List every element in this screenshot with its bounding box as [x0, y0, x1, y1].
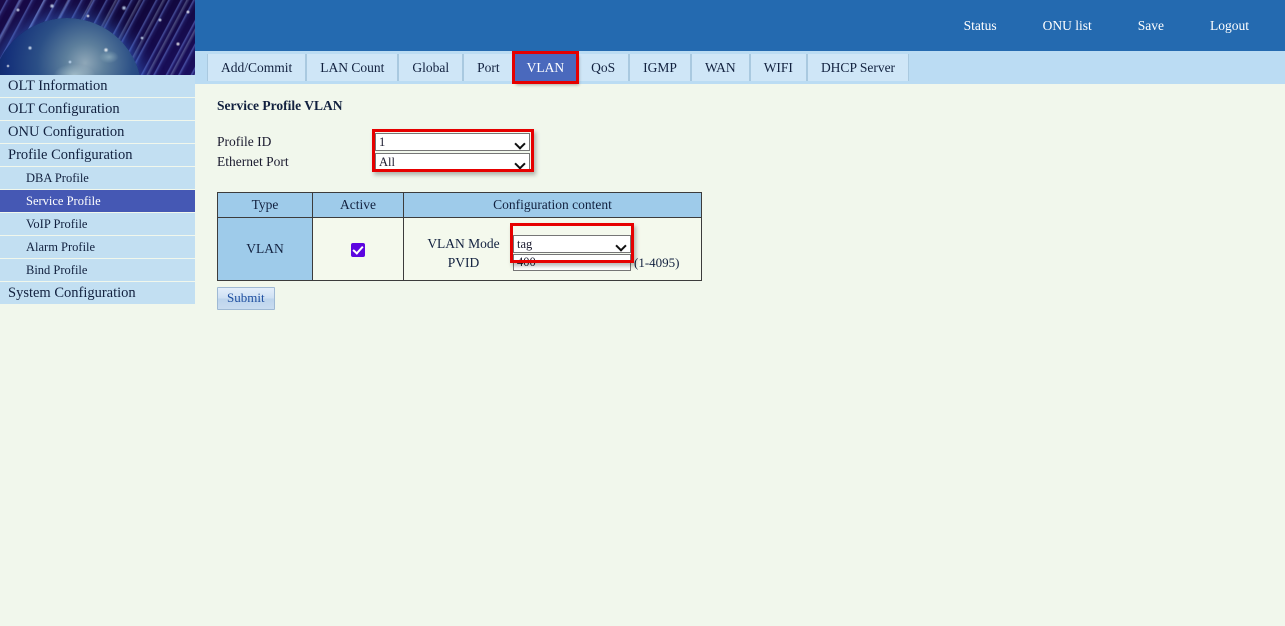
sidebar-item-alarm-profile[interactable]: Alarm Profile — [0, 236, 195, 259]
sidebar-item-system-configuration[interactable]: System Configuration — [0, 282, 195, 305]
config-grid: VLAN Mode taguntagtransparent PVID (1-40… — [404, 226, 701, 272]
tab-wifi[interactable]: WIFI — [749, 54, 807, 81]
pvid-row: PVID (1-4095) — [414, 253, 701, 272]
content-area: Service Profile VLAN Profile ID 1 Ethern… — [195, 84, 1285, 310]
tab-igmp[interactable]: IGMP — [629, 54, 691, 81]
tab-global[interactable]: Global — [398, 54, 464, 81]
ethernet-port-label: Ethernet Port — [217, 154, 289, 169]
onu-list-link[interactable]: ONU list — [1043, 18, 1092, 34]
app-shell: OLT Information OLT Configuration ONU Conf… — [0, 0, 1285, 626]
vlan-mode-row: VLAN Mode taguntagtransparent — [414, 234, 701, 253]
submit-button[interactable]: Submit — [217, 287, 275, 310]
page-title: Service Profile VLAN — [217, 98, 343, 113]
status-link[interactable]: Status — [964, 18, 997, 34]
sidebar-item-olt-configuration[interactable]: OLT Configuration — [0, 98, 195, 121]
ethernet-port-row: Ethernet Port All — [217, 152, 547, 172]
vlan-config-table: Type Active Configuration content VLAN V… — [217, 192, 702, 281]
profile-id-label: Profile ID — [217, 134, 272, 149]
cell-configuration-content: VLAN Mode taguntagtransparent PVID (1-40… — [403, 217, 702, 281]
vlan-mode-select-wrap: taguntagtransparent — [513, 234, 631, 253]
profile-id-select[interactable]: 1 — [375, 133, 530, 151]
ethernet-port-select[interactable]: All — [375, 153, 530, 171]
profile-form: Profile ID 1 Ethernet Port All — [217, 129, 547, 172]
sidebar-item-olt-information[interactable]: OLT Information — [0, 75, 195, 98]
cell-active — [312, 217, 404, 281]
save-link[interactable]: Save — [1138, 18, 1164, 34]
light-dots-decoration — [0, 0, 195, 75]
sidebar-item-dba-profile[interactable]: DBA Profile — [0, 167, 195, 190]
table-header-row: Type Active Configuration content — [217, 192, 702, 218]
pvid-label: PVID — [447, 254, 480, 270]
sidebar-item-bind-profile[interactable]: Bind Profile — [0, 259, 195, 282]
tab-add-commit[interactable]: Add/Commit — [207, 54, 307, 81]
tab-wan[interactable]: WAN — [690, 54, 750, 81]
vlan-mode-label: VLAN Mode — [427, 235, 500, 251]
profile-id-row: Profile ID 1 — [217, 132, 547, 152]
table-row: VLAN VLAN Mode taguntagtransparent — [217, 217, 702, 281]
active-checkbox[interactable] — [351, 242, 365, 257]
tab-vlan[interactable]: VLAN — [511, 51, 580, 84]
th-active: Active — [312, 192, 404, 218]
tab-bar: Add/Commit LAN Count Global Port VLAN QoS IGMP… — [195, 51, 1285, 84]
tab-dhcp-server[interactable]: DHCP Server — [806, 54, 910, 81]
logout-link[interactable]: Logout — [1210, 18, 1249, 34]
tab-lan-count[interactable]: LAN Count — [306, 54, 399, 81]
ethernet-port-select-wrap: All — [375, 153, 530, 171]
pvid-range-hint: (1-4095) — [634, 254, 680, 270]
cell-type-vlan: VLAN — [217, 217, 313, 281]
profile-id-select-wrap: 1 — [375, 133, 530, 151]
sidebar: OLT Information OLT Configuration ONU Conf… — [0, 0, 195, 626]
main-column: Status ONU list Save Logout Add/Commit LAN C… — [195, 0, 1285, 626]
sidebar-nav: OLT Information OLT Configuration ONU Conf… — [0, 75, 195, 305]
tab-qos[interactable]: QoS — [577, 54, 630, 81]
pvid-input[interactable] — [513, 254, 631, 271]
fiber-globe-banner-image — [0, 0, 195, 75]
top-header-bar: Status ONU list Save Logout — [195, 0, 1285, 51]
tab-port[interactable]: Port — [463, 54, 514, 81]
th-type: Type — [217, 192, 313, 218]
sidebar-item-onu-configuration[interactable]: ONU Configuration — [0, 121, 195, 144]
th-configuration-content: Configuration content — [403, 192, 702, 218]
vlan-mode-select[interactable]: taguntagtransparent — [513, 234, 631, 253]
sidebar-item-voip-profile[interactable]: VoIP Profile — [0, 213, 195, 236]
sidebar-item-profile-configuration[interactable]: Profile Configuration — [0, 144, 195, 167]
sidebar-item-service-profile[interactable]: Service Profile — [0, 190, 195, 213]
